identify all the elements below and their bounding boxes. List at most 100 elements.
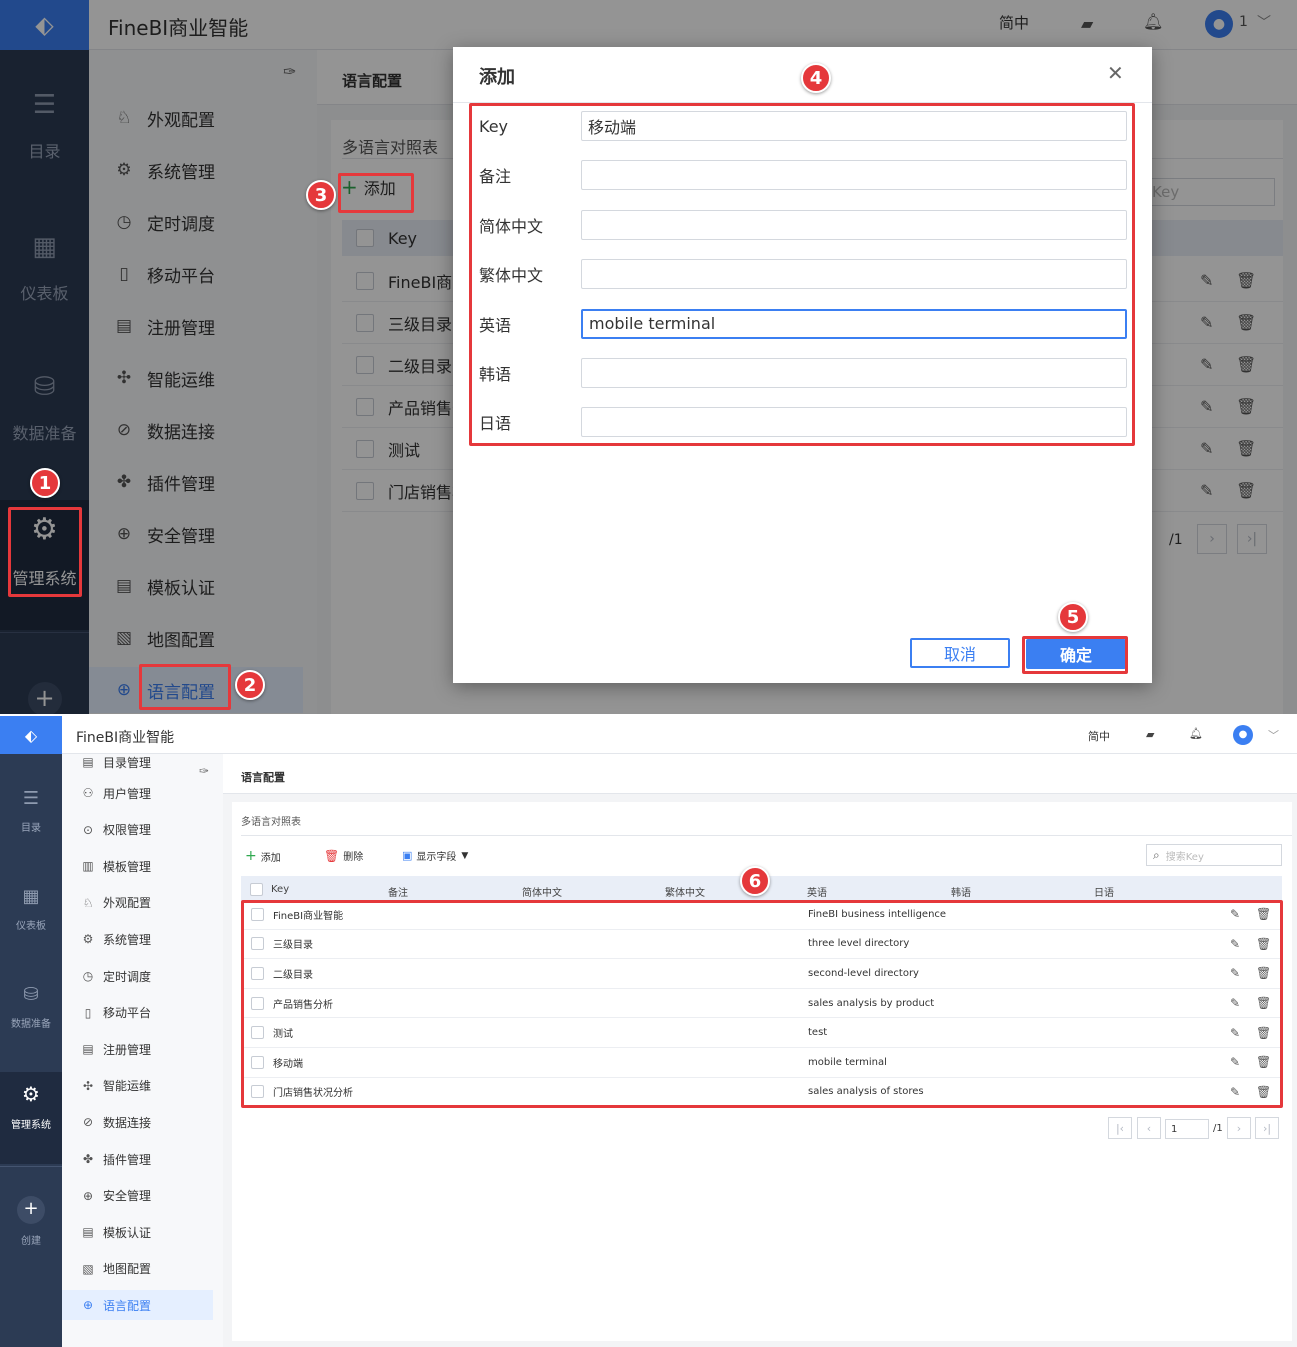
menu-item-3[interactable]: ▥ 模板管理 bbox=[62, 851, 213, 881]
menu-item-10[interactable]: ⊘ 数据连接 bbox=[62, 1107, 213, 1137]
menu-item-11[interactable]: ✤ 插件管理 bbox=[62, 1144, 213, 1174]
step-badge-3: 3 bbox=[306, 180, 336, 210]
row-english: second-level directory bbox=[808, 967, 919, 979]
row-checkbox[interactable] bbox=[251, 1055, 264, 1069]
rail-item-catalog[interactable]: ☰ 目录 bbox=[0, 788, 62, 834]
form-row-3: 繁体中文 bbox=[479, 259, 1127, 290]
menu-item-icon: ✤ bbox=[82, 1152, 94, 1166]
dialog-title: 添加 bbox=[479, 67, 515, 88]
last-page-button[interactable]: ›| bbox=[1255, 1117, 1279, 1139]
form-input-3[interactable] bbox=[581, 259, 1127, 290]
menu-item-4[interactable]: ♘ 外观配置 bbox=[62, 888, 213, 918]
page-title: 语言配置 bbox=[241, 771, 285, 784]
language-switch[interactable]: 简中 bbox=[1088, 728, 1110, 744]
row-english: three level directory bbox=[808, 938, 910, 950]
menu-item-0[interactable]: ▤ 目录管理 bbox=[62, 752, 213, 772]
edit-icon[interactable]: ✎ bbox=[1230, 966, 1240, 980]
menu-item-label: 安全管理 bbox=[103, 1189, 152, 1204]
column-header[interactable]: 韩语 bbox=[951, 884, 971, 899]
menu-item-1[interactable]: ⚇ 用户管理 bbox=[62, 778, 213, 808]
edit-icon[interactable]: ✎ bbox=[1230, 907, 1240, 921]
bottom-admin-menu: ✑ ▤ 目录管理 ⚇ 用户管理 ⊙ 权限管理 ▥ 模板管理 ♘ 外观配置 ⚙ 系统管理 ◷ 定时调度 ▯ 移动… bbox=[62, 754, 223, 1347]
avatar[interactable]: ● bbox=[1233, 725, 1253, 745]
row-checkbox[interactable] bbox=[251, 966, 264, 980]
prev-page-button[interactable]: ‹ bbox=[1137, 1117, 1161, 1139]
row-key: 三级目录 bbox=[273, 940, 313, 952]
menu-item-15[interactable]: ⊕ 语言配置 bbox=[62, 1290, 213, 1321]
page-number-input[interactable]: 1 bbox=[1165, 1119, 1209, 1139]
row-english: sales analysis by product bbox=[808, 997, 935, 1009]
menu-item-6[interactable]: ◷ 定时调度 bbox=[62, 961, 213, 991]
form-input-4[interactable] bbox=[581, 308, 1127, 339]
trash-icon[interactable]: 🗑︎ bbox=[1256, 996, 1271, 1010]
delete-button[interactable]: 🗑︎ 删除 bbox=[324, 848, 363, 864]
search-input[interactable]: ⌕ 搜索Key bbox=[1146, 844, 1282, 866]
menu-item-9[interactable]: ✣ 智能运维 bbox=[62, 1071, 213, 1101]
column-header[interactable]: 日语 bbox=[1094, 884, 1114, 899]
row-key: 门店销售状况分析 bbox=[273, 1088, 353, 1100]
menu-item-icon: ⚇ bbox=[82, 786, 94, 800]
menu-item-13[interactable]: ▤ 模板认证 bbox=[62, 1217, 213, 1247]
rail-item-dashboard[interactable]: ▦ 仪表板 bbox=[0, 886, 62, 932]
bell-icon[interactable]: 🔔︎ bbox=[1189, 727, 1203, 740]
rail-item-create[interactable]: + 创建 bbox=[0, 1196, 62, 1247]
menu-item-icon: ▤ bbox=[82, 755, 94, 769]
menu-item-8[interactable]: ▤ 注册管理 bbox=[62, 1034, 213, 1064]
step-badge-2: 2 bbox=[235, 670, 265, 700]
trash-icon[interactable]: 🗑︎ bbox=[1256, 966, 1271, 980]
next-page-button[interactable]: › bbox=[1227, 1117, 1251, 1139]
row-checkbox[interactable] bbox=[251, 937, 264, 951]
menu-item-7[interactable]: ▯ 移动平台 bbox=[62, 998, 213, 1028]
form-input-2[interactable] bbox=[581, 209, 1127, 240]
display-fields-dropdown[interactable]: ▣ 显示字段 ▼ bbox=[402, 848, 468, 863]
row-checkbox[interactable] bbox=[251, 1026, 264, 1040]
row-checkbox[interactable] bbox=[251, 1085, 264, 1099]
plus-icon: + bbox=[17, 1196, 45, 1224]
form-row-4: 英语 bbox=[479, 308, 1127, 339]
edit-icon[interactable]: ✎ bbox=[1230, 937, 1240, 951]
column-header[interactable]: 备注 bbox=[388, 884, 408, 899]
trash-icon[interactable]: 🗑︎ bbox=[1256, 1026, 1271, 1040]
edit-icon[interactable]: ✎ bbox=[1230, 996, 1240, 1010]
cancel-button[interactable]: 取消 bbox=[910, 638, 1010, 668]
chevron-down-icon[interactable]: ﹀ bbox=[1268, 727, 1279, 743]
trash-icon[interactable]: 🗑︎ bbox=[1256, 937, 1271, 951]
first-page-button[interactable]: |‹ bbox=[1108, 1117, 1132, 1139]
menu-item-label: 系统管理 bbox=[103, 932, 152, 947]
columns-icon: ▣ bbox=[402, 849, 413, 862]
row-checkbox[interactable] bbox=[251, 907, 264, 921]
trash-icon[interactable]: 🗑︎ bbox=[1256, 1085, 1271, 1099]
close-icon[interactable]: ✕ bbox=[1107, 61, 1124, 85]
menu-item-14[interactable]: ▧ 地图配置 bbox=[62, 1254, 213, 1284]
column-header[interactable]: 英语 bbox=[807, 884, 827, 899]
table-row: 产品销售分析 sales analysis by product ✎ 🗑︎ bbox=[242, 988, 1282, 1019]
rail-item-admin[interactable]: ⚙ 管理系统 bbox=[0, 1072, 62, 1164]
menu-item-label: 模板认证 bbox=[103, 1225, 152, 1240]
form-input-1[interactable] bbox=[581, 160, 1127, 191]
help-book-icon[interactable]: ▰ bbox=[1146, 728, 1154, 741]
form-label: 繁体中文 bbox=[479, 266, 544, 286]
menu-item-2[interactable]: ⊙ 权限管理 bbox=[62, 815, 213, 845]
dashboard-icon: ▦ bbox=[22, 886, 40, 907]
rail-item-data-prep[interactable]: ⛁ 数据准备 bbox=[0, 984, 62, 1030]
bottom-nav-rail: ⬖ ☰ 目录 ▦ 仪表板 ⛁ 数据准备 ⚙ 管理系统 + 创建 bbox=[0, 716, 62, 1347]
trash-icon[interactable]: 🗑︎ bbox=[1256, 907, 1271, 921]
edit-icon[interactable]: ✎ bbox=[1230, 1055, 1240, 1069]
edit-icon[interactable]: ✎ bbox=[1230, 1085, 1240, 1099]
select-all-checkbox[interactable] bbox=[250, 883, 263, 896]
menu-item-icon: ⊘ bbox=[82, 1115, 94, 1130]
row-checkbox[interactable] bbox=[251, 996, 264, 1010]
edit-icon[interactable]: ✎ bbox=[1230, 1026, 1240, 1040]
menu-item-icon: ⚙ bbox=[82, 932, 94, 947]
form-input-6[interactable] bbox=[581, 407, 1127, 438]
add-button[interactable]: + 添加 bbox=[245, 848, 281, 864]
trash-icon[interactable]: 🗑︎ bbox=[1256, 1055, 1271, 1069]
column-header[interactable]: 繁体中文 bbox=[665, 884, 705, 899]
form-input-5[interactable] bbox=[581, 358, 1127, 388]
form-input-0[interactable] bbox=[581, 111, 1127, 141]
menu-item-5[interactable]: ⚙ 系统管理 bbox=[62, 924, 213, 954]
column-header[interactable]: Key bbox=[271, 884, 289, 895]
menu-item-12[interactable]: ⊕ 安全管理 bbox=[62, 1181, 213, 1211]
confirm-button[interactable]: 确定 bbox=[1026, 639, 1126, 669]
column-header[interactable]: 简体中文 bbox=[522, 884, 562, 899]
